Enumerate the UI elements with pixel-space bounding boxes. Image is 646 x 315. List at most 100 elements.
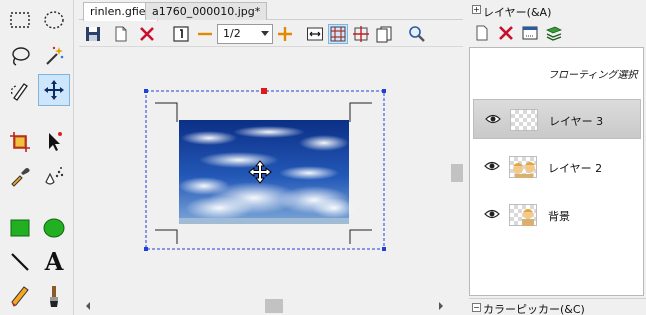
tab-label: a1760_000010.jpg* [152, 5, 261, 18]
horizontal-scrollbar[interactable] [79, 297, 450, 315]
eye-icon[interactable] [485, 113, 501, 125]
rectangle-shape-tool[interactable] [4, 212, 36, 244]
chevron-down-icon [261, 31, 269, 36]
fit-width-icon [307, 27, 323, 41]
vertical-scroll-thumb[interactable] [451, 164, 463, 182]
magic-wand-icon [46, 46, 64, 65]
layers-stack-icon [546, 26, 562, 41]
crop-icon [10, 132, 30, 152]
pages-button[interactable] [374, 24, 394, 44]
brush-tool[interactable] [38, 280, 70, 312]
freehand-select-tool[interactable] [4, 74, 36, 106]
delete-icon [499, 26, 513, 40]
move-tool[interactable] [38, 74, 70, 106]
fill-tool[interactable] [38, 160, 70, 192]
move-arrows-icon [44, 80, 64, 100]
rect-select-tool[interactable] [4, 4, 36, 36]
new-page-button[interactable] [111, 24, 131, 44]
pages-icon [376, 26, 392, 43]
magnifier-icon [409, 26, 425, 42]
ellipse-select-tool[interactable] [38, 4, 70, 36]
close-document-button[interactable] [137, 24, 157, 44]
grid-icon [330, 26, 346, 42]
lasso-tool[interactable] [4, 40, 36, 72]
delete-icon [140, 27, 154, 41]
layer-thumbnail [509, 204, 537, 226]
save-icon [86, 27, 100, 41]
new-page-icon [476, 25, 488, 41]
zoom-in-icon [278, 27, 292, 41]
crop-tool[interactable] [4, 126, 36, 158]
pen-lasso-icon [10, 83, 28, 101]
layer-toolbar [469, 21, 646, 45]
layer-name: 背景 [548, 210, 570, 223]
layer-item-background[interactable]: 背景 [473, 195, 641, 235]
arrow-pointer-icon [49, 132, 62, 151]
grid-toggle-button[interactable] [328, 24, 348, 44]
zoom-value: 1/2 [223, 27, 241, 40]
delete-layer-button[interactable] [496, 23, 516, 43]
dashed-rectangle-icon [10, 12, 30, 28]
eye-icon[interactable] [484, 208, 500, 220]
tab-label: rinlen.gfie* [90, 5, 152, 18]
canvas-area[interactable] [79, 48, 450, 296]
tab-a1760[interactable]: a1760_000010.jpg* [145, 2, 268, 20]
brush-icon [50, 286, 58, 307]
merge-layers-button[interactable] [544, 23, 564, 43]
layer-panel-header[interactable]: + レイヤー(&A) [469, 0, 646, 20]
vertical-scrollbar[interactable] [450, 48, 464, 296]
magic-wand-tool[interactable] [38, 40, 70, 72]
layer-name: レイヤー 2 [548, 162, 603, 175]
layer-panel-title: レイヤー(&A) [483, 6, 552, 19]
document-tab-bar: rinlen.gfie* a1760_000010.jpg* [79, 0, 463, 21]
green-square-icon [10, 219, 30, 237]
dashed-ellipse-icon [44, 11, 64, 29]
lasso-icon [12, 47, 30, 66]
layer-name: レイヤー 3 [549, 115, 604, 128]
pointer-tool[interactable] [38, 126, 70, 158]
tool-palette: A [0, 0, 74, 315]
line-icon [11, 253, 29, 271]
zoom-out-icon [198, 32, 212, 36]
scroll-right-icon [439, 302, 443, 310]
eyedropper-tool[interactable] [4, 160, 36, 192]
canvas-document [144, 88, 386, 251]
expand-icon[interactable]: + [472, 5, 481, 14]
floating-selection-label: フローティング選択 [548, 70, 638, 81]
eyedropper-icon [11, 168, 30, 187]
line-tool[interactable] [4, 246, 36, 278]
window-icon [522, 26, 538, 40]
magnifier-button[interactable] [407, 24, 427, 44]
actual-size-icon [173, 26, 189, 42]
layer-item-3[interactable]: レイヤー 3 [473, 99, 641, 139]
color-picker-title: カラーピッカー(&C) [483, 303, 585, 315]
ellipse-shape-tool[interactable] [38, 212, 70, 244]
zoom-out-button[interactable] [195, 24, 215, 44]
text-tool[interactable]: A [38, 246, 70, 278]
paint-drops-icon [45, 167, 64, 185]
layer-list[interactable]: フローティング選択 レイヤー 3 レイヤー 2 背景 [469, 47, 644, 296]
guide-toggle-button[interactable] [351, 24, 371, 44]
layer-thumbnail [509, 156, 537, 178]
new-page-icon [115, 26, 127, 42]
actual-size-button[interactable] [171, 24, 191, 44]
pencil-icon [11, 286, 29, 307]
fit-width-button[interactable] [305, 24, 325, 44]
green-circle-icon [43, 218, 65, 238]
horizontal-scroll-thumb[interactable] [265, 299, 283, 313]
new-layer-button[interactable] [472, 23, 492, 43]
color-picker-header[interactable]: − カラーピッカー(&C) [469, 298, 646, 315]
zoom-in-button[interactable] [275, 24, 295, 44]
document-toolbar: 1/2 [79, 21, 463, 47]
eye-icon[interactable] [484, 160, 500, 172]
zoom-select[interactable]: 1/2 [217, 24, 273, 44]
layer-thumbnail [510, 109, 538, 131]
letter-a-icon: A [44, 247, 64, 276]
save-button[interactable] [83, 24, 103, 44]
pencil-tool[interactable] [4, 280, 36, 312]
layer-properties-button[interactable] [520, 23, 540, 43]
crosshair-guide-icon [353, 26, 369, 42]
layer-item-2[interactable]: レイヤー 2 [473, 147, 641, 187]
scroll-left-icon [86, 302, 90, 310]
collapse-icon[interactable]: − [472, 303, 481, 312]
